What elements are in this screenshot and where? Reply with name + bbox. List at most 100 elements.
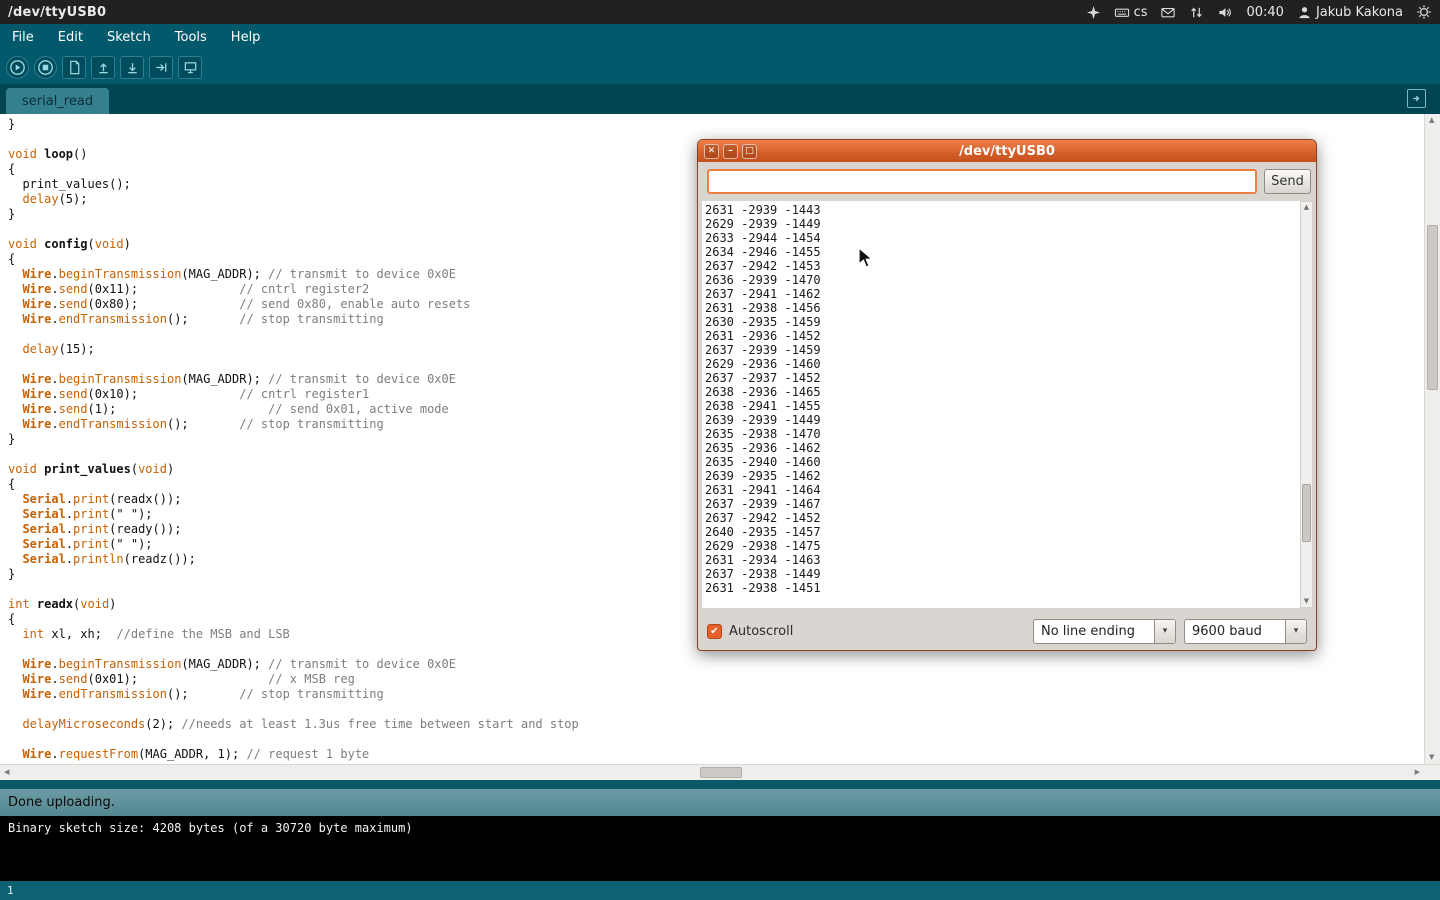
serial-line: 2635 -2940 -1460 xyxy=(705,455,1300,469)
new-document-icon xyxy=(67,60,82,75)
window-controls: ✕ – □ xyxy=(698,144,757,159)
keyboard-layout-label: cs xyxy=(1134,5,1148,20)
tab-menu-button[interactable] xyxy=(1407,89,1426,108)
menu-item-sketch[interactable]: Sketch xyxy=(95,24,163,51)
close-icon: ✕ xyxy=(708,146,716,156)
user-menu[interactable]: Jakub Kakona xyxy=(1297,5,1403,20)
console-message: Binary sketch size: 4208 bytes (of a 307… xyxy=(8,821,413,835)
code-line xyxy=(8,732,1424,747)
serial-line: 2631 -2939 -1443 xyxy=(705,203,1300,217)
close-button[interactable]: ✕ xyxy=(704,144,719,159)
serial-line: 2639 -2939 -1449 xyxy=(705,413,1300,427)
code-line xyxy=(8,702,1424,717)
serial-line: 2637 -2938 -1449 xyxy=(705,567,1300,581)
serial-output-scrollbar[interactable]: ▲ ▼ xyxy=(1300,201,1313,608)
serial-line: 2631 -2938 -1456 xyxy=(705,301,1300,315)
open-button[interactable] xyxy=(91,56,115,79)
send-button-label: Send xyxy=(1271,174,1304,189)
serial-line: 2631 -2934 -1463 xyxy=(705,553,1300,567)
menu-item-tools[interactable]: Tools xyxy=(163,24,219,51)
serial-scrollbar-thumb[interactable] xyxy=(1302,484,1311,542)
editor-horizontal-scrollbar[interactable]: ◀ ▶ xyxy=(0,764,1440,780)
serial-line: 2637 -2937 -1452 xyxy=(705,371,1300,385)
user-icon xyxy=(1297,5,1312,20)
serial-line: 2631 -2938 -1451 xyxy=(705,581,1300,595)
serial-send-input[interactable] xyxy=(707,169,1257,194)
network-sync-icon[interactable] xyxy=(1189,5,1204,20)
serial-line: 2638 -2941 -1455 xyxy=(705,399,1300,413)
line-ending-select[interactable]: No line ending ▾ xyxy=(1033,619,1176,644)
horizontal-scrollbar-thumb[interactable] xyxy=(700,767,742,778)
serial-line: 2637 -2939 -1467 xyxy=(705,497,1300,511)
minimize-button[interactable]: – xyxy=(723,144,738,159)
arrow-up-icon xyxy=(96,60,111,75)
autoscroll-label: Autoscroll xyxy=(729,624,793,639)
system-tray: cs 00:40 Jakub Kakona xyxy=(1086,4,1432,20)
serial-monitor-button[interactable] xyxy=(178,56,202,79)
scroll-left-arrow-icon[interactable]: ◀ xyxy=(4,769,9,776)
serial-monitor-window: ✕ – □ /dev/ttyUSB0 Send 2631 -2939 -1443… xyxy=(697,139,1317,651)
gear-icon[interactable] xyxy=(1416,4,1432,20)
serial-output: 2631 -2939 -14432629 -2939 -14492633 -29… xyxy=(702,201,1300,608)
monitor-icon xyxy=(183,60,198,75)
serial-line: 2629 -2939 -1449 xyxy=(705,217,1300,231)
vertical-scrollbar-thumb[interactable] xyxy=(1427,225,1438,390)
scroll-up-arrow-icon[interactable]: ▲ xyxy=(1301,204,1312,211)
serial-line: 2637 -2939 -1459 xyxy=(705,343,1300,357)
save-button[interactable] xyxy=(120,56,144,79)
scroll-up-arrow-icon[interactable]: ▲ xyxy=(1429,117,1434,124)
tab-strip: serial_read xyxy=(0,84,1440,114)
serial-monitor-controls: ✔ Autoscroll No line ending ▾ 9600 baud … xyxy=(698,617,1316,645)
keyboard-layout-indicator[interactable]: cs xyxy=(1114,5,1148,20)
scroll-right-arrow-icon[interactable]: ▶ xyxy=(1415,769,1420,776)
serial-line: 2638 -2936 -1465 xyxy=(705,385,1300,399)
chevron-down-icon[interactable]: ▾ xyxy=(1154,620,1175,643)
code-line: Wire.send(0x01); // x MSB reg xyxy=(8,672,1424,687)
verify-button[interactable] xyxy=(6,56,29,79)
line-ending-value: No line ending xyxy=(1034,620,1154,643)
baud-rate-value: 9600 baud xyxy=(1185,620,1285,643)
arrow-right-icon xyxy=(154,60,169,75)
serial-line: 2629 -2938 -1475 xyxy=(705,539,1300,553)
checkmark-icon: ✔ xyxy=(710,626,718,637)
serial-line: 2639 -2935 -1462 xyxy=(705,469,1300,483)
chevron-down-icon[interactable]: ▾ xyxy=(1285,620,1306,643)
tab-label: serial_read xyxy=(22,94,93,109)
serial-line: 2637 -2942 -1453 xyxy=(705,259,1300,273)
toolbar xyxy=(0,51,1440,84)
baud-rate-select[interactable]: 9600 baud ▾ xyxy=(1184,619,1307,644)
serial-line: 2640 -2935 -1457 xyxy=(705,525,1300,539)
upload-button[interactable] xyxy=(149,56,173,79)
send-button[interactable]: Send xyxy=(1264,169,1311,194)
serial-line: 2634 -2946 -1455 xyxy=(705,245,1300,259)
scroll-down-arrow-icon[interactable]: ▼ xyxy=(1429,754,1434,761)
volume-icon[interactable] xyxy=(1217,5,1233,20)
tab-serial-read[interactable]: serial_read xyxy=(6,88,109,114)
serial-line: 2629 -2936 -1460 xyxy=(705,357,1300,371)
code-line: Wire.endTransmission(); // stop transmit… xyxy=(8,687,1424,702)
indicator-star-icon[interactable] xyxy=(1086,5,1101,20)
user-name-label: Jakub Kakona xyxy=(1316,5,1403,20)
clock[interactable]: 00:40 xyxy=(1246,5,1283,20)
footer-bar: 1 xyxy=(0,881,1440,900)
new-sketch-button[interactable] xyxy=(62,56,86,79)
stop-button[interactable] xyxy=(34,56,57,79)
scroll-down-arrow-icon[interactable]: ▼ xyxy=(1301,598,1312,605)
serial-line: 2635 -2936 -1462 xyxy=(705,441,1300,455)
menu-item-edit[interactable]: Edit xyxy=(46,24,95,51)
status-strip xyxy=(0,780,1440,789)
code-line: Wire.beginTransmission(MAG_ADDR); // tra… xyxy=(8,657,1424,672)
serial-monitor-titlebar[interactable]: ✕ – □ /dev/ttyUSB0 xyxy=(698,140,1316,162)
menu-item-help[interactable]: Help xyxy=(219,24,273,51)
serial-line: 2630 -2935 -1459 xyxy=(705,315,1300,329)
autoscroll-checkbox[interactable]: ✔ xyxy=(707,624,722,639)
editor-vertical-scrollbar[interactable]: ▲ ▼ xyxy=(1424,114,1440,764)
console-output: Binary sketch size: 4208 bytes (of a 307… xyxy=(0,816,1440,881)
mail-icon[interactable] xyxy=(1160,5,1176,20)
code-line: Wire.requestFrom(MAG_ADDR, 1); // reques… xyxy=(8,747,1424,762)
arrow-down-icon xyxy=(125,60,140,75)
screen: /dev/ttyUSB0 cs 00:40 Jakub Kakona xyxy=(0,0,1440,900)
menu-item-file[interactable]: File xyxy=(0,24,46,51)
serial-line: 2636 -2939 -1470 xyxy=(705,273,1300,287)
maximize-button[interactable]: □ xyxy=(742,144,757,159)
